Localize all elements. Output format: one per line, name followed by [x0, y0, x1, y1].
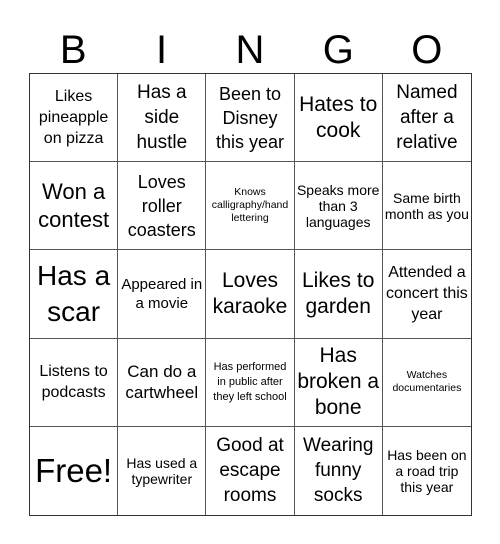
bingo-cell[interactable]: Good at escape rooms — [206, 426, 295, 515]
bingo-cell-label: Been to Disney this year — [215, 83, 284, 152]
bingo-cell-label: Speaks more than 3 languages — [296, 181, 380, 230]
bingo-cell-label: Knows calligraphy/hand lettering — [211, 186, 289, 225]
bingo-cell[interactable]: Named after a relative — [382, 74, 471, 163]
bingo-cell-label: Has a side hustle — [136, 82, 188, 154]
bingo-cell[interactable]: Same birth month as you — [382, 162, 471, 251]
header-letter-b: B — [59, 28, 87, 72]
bingo-cell-label: Same birth month as you — [384, 189, 469, 222]
bingo-header: B I N G O — [29, 28, 471, 72]
bingo-cell[interactable]: Attended a concert this year — [382, 250, 471, 339]
bingo-cell[interactable]: Likes pineapple on pizza — [30, 74, 119, 163]
bingo-cell[interactable]: Won a contest — [30, 162, 119, 251]
bingo-cell[interactable]: Loves roller coasters — [118, 162, 207, 251]
bingo-cell-label: Watches documentaries — [392, 369, 462, 395]
bingo-cell[interactable]: Loves karaoke — [206, 250, 295, 339]
bingo-cell-label: Attended a concert this year — [385, 264, 468, 324]
bingo-cell-label: Has a scar — [37, 259, 111, 327]
bingo-cell[interactable]: Likes to garden — [294, 250, 383, 339]
bingo-cell[interactable]: Has a scar — [30, 250, 119, 339]
bingo-cell[interactable]: Can do a cartwheel — [118, 338, 207, 427]
bingo-cell-label: Has performed in public after they left … — [213, 360, 287, 403]
bingo-cell-label: Has been on a road trip this year — [387, 446, 467, 495]
bingo-cell-label: Appeared in a movie — [121, 275, 203, 312]
bingo-cell-label: Listens to podcasts — [39, 363, 108, 402]
header-letter-n: N — [235, 28, 265, 72]
bingo-cell-label: Hates to cook — [299, 92, 378, 142]
header-letter-i: I — [156, 28, 168, 72]
bingo-cell[interactable]: Has performed in public after they left … — [206, 338, 295, 427]
bingo-cell[interactable]: Been to Disney this year — [206, 74, 295, 163]
bingo-cell[interactable]: Has been on a road trip this year — [383, 427, 471, 515]
bingo-cell-label: Loves roller coasters — [127, 171, 196, 240]
header-letter-g: G — [322, 28, 354, 72]
bingo-cell-label: Named after a relative — [396, 82, 458, 154]
bingo-card-grid: Likes pineapple on pizza Has a side hustl… — [29, 73, 472, 516]
bingo-cell-label: Can do a cartwheel — [125, 362, 199, 403]
bingo-cell[interactable]: Watches documentaries — [382, 339, 471, 427]
bingo-cell-label: Has broken a bone — [297, 344, 380, 420]
bingo-cell-label: Won a contest — [38, 178, 110, 232]
bingo-cell-label: Free! — [35, 451, 113, 489]
bingo-cell[interactable]: Has used a typewriter — [118, 426, 207, 515]
bingo-cell[interactable]: Has broken a bone — [294, 338, 383, 427]
bingo-cell-label: Has used a typewriter — [126, 454, 198, 487]
bingo-cell[interactable]: Appeared in a movie — [118, 250, 207, 339]
bingo-cell[interactable]: Speaks more than 3 languages — [294, 162, 383, 251]
header-letter-o: O — [411, 28, 443, 72]
bingo-cell-label: Wearing funny socks — [302, 435, 374, 507]
bingo-cell[interactable]: Listens to podcasts — [30, 338, 119, 427]
bingo-cell[interactable]: Wearing funny socks — [295, 426, 383, 515]
bingo-cell-label: Likes to garden — [302, 268, 375, 318]
bingo-cell-label: Loves karaoke — [212, 268, 288, 318]
bingo-cell-label: Likes pineapple on pizza — [38, 88, 109, 148]
bingo-cell[interactable]: Hates to cook — [294, 74, 383, 163]
free-space-cell[interactable]: Free! — [30, 426, 119, 515]
bingo-cell[interactable]: Has a side hustle — [118, 74, 207, 163]
bingo-cell-label: Good at escape rooms — [216, 435, 284, 507]
bingo-cell[interactable]: Knows calligraphy/hand lettering — [206, 162, 295, 251]
